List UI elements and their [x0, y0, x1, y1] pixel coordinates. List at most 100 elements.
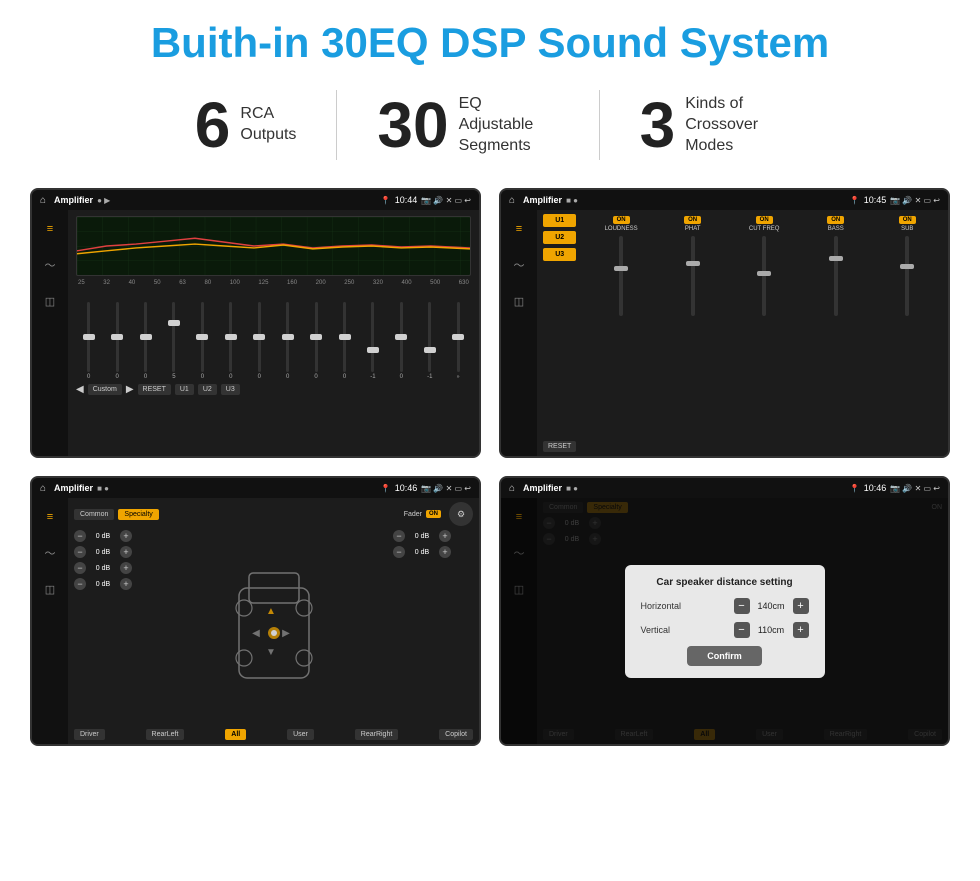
vertical-plus-btn[interactable]: +: [793, 622, 809, 638]
slider-thumb-13[interactable]: [452, 334, 464, 340]
slider-track-2[interactable]: [144, 302, 147, 372]
slider-track-0[interactable]: [87, 302, 90, 372]
slider-track-7[interactable]: [286, 302, 289, 372]
db-plus-2[interactable]: +: [120, 562, 132, 574]
copilot-btn[interactable]: Copilot: [439, 729, 473, 740]
preset-u2-btn[interactable]: U2: [543, 231, 576, 244]
slider-thumb-8[interactable]: [310, 334, 322, 340]
slider-track-12[interactable]: [428, 302, 431, 372]
preset-u1-btn[interactable]: U1: [543, 214, 576, 227]
phat-on-badge[interactable]: ON: [684, 216, 701, 224]
bass-thumb[interactable]: [829, 256, 843, 261]
slider-track-9[interactable]: [343, 302, 346, 372]
eq-u2-btn[interactable]: U2: [198, 384, 217, 395]
db-plus-0[interactable]: +: [120, 530, 132, 542]
horizontal-plus-btn[interactable]: +: [793, 598, 809, 614]
slider-thumb-10[interactable]: [367, 347, 379, 353]
sidebar-vol-icon-2[interactable]: ◫: [508, 290, 530, 312]
loudness-thumb[interactable]: [614, 266, 628, 271]
home-icon-1[interactable]: ⌂: [40, 195, 46, 206]
slider-thumb-3[interactable]: [168, 320, 180, 326]
amp-channels: ON LOUDNESS ON PHAT: [586, 214, 942, 452]
loudness-slider[interactable]: [619, 236, 623, 316]
rearleft-btn[interactable]: RearLeft: [146, 729, 185, 740]
sub-on-badge[interactable]: ON: [899, 216, 916, 224]
cutfreq-slider[interactable]: [762, 236, 766, 316]
sidebar-vol-icon[interactable]: ◫: [39, 290, 61, 312]
slider-track-8[interactable]: [315, 302, 318, 372]
bass-on-badge[interactable]: ON: [827, 216, 844, 224]
sidebar-eq-icon-2[interactable]: ≡: [508, 218, 530, 240]
eq-reset-btn[interactable]: RESET: [138, 384, 171, 395]
slider-track-5[interactable]: [229, 302, 232, 372]
fader-on-badge[interactable]: ON: [426, 510, 441, 518]
vertical-minus-btn[interactable]: −: [734, 622, 750, 638]
cutfreq-thumb[interactable]: [757, 271, 771, 276]
sidebar-vol-icon-3[interactable]: ◫: [39, 578, 61, 600]
right-db-plus-0[interactable]: +: [439, 530, 451, 542]
horizontal-minus-btn[interactable]: −: [734, 598, 750, 614]
confirm-button[interactable]: Confirm: [687, 646, 762, 666]
right-db-plus-1[interactable]: +: [439, 546, 451, 558]
db-minus-2[interactable]: −: [74, 562, 86, 574]
slider-thumb-1[interactable]: [111, 334, 123, 340]
settings-icon[interactable]: ⚙: [449, 502, 473, 526]
slider-thumb-2[interactable]: [140, 334, 152, 340]
db-minus-3[interactable]: −: [74, 578, 86, 590]
loudness-on-badge[interactable]: ON: [613, 216, 630, 224]
slider-thumb-6[interactable]: [253, 334, 265, 340]
slider-thumb-0[interactable]: [83, 334, 95, 340]
slider-track-1[interactable]: [116, 302, 119, 372]
sidebar-wave-icon-3[interactable]: 〜: [39, 542, 61, 564]
home-icon-3[interactable]: ⌂: [40, 483, 46, 494]
sub-thumb[interactable]: [900, 264, 914, 269]
sidebar-wave-icon[interactable]: 〜: [39, 254, 61, 276]
home-icon-4[interactable]: ⌂: [509, 483, 515, 494]
cross-mid: − 0 dB + − 0 dB + − 0 dB: [74, 530, 473, 725]
driver-btn[interactable]: Driver: [74, 729, 105, 740]
slider-thumb-12[interactable]: [424, 347, 436, 353]
phat-slider[interactable]: [691, 236, 695, 316]
right-db-row-0: − 0 dB +: [393, 530, 473, 542]
slider-track-4[interactable]: [201, 302, 204, 372]
amp-reset-btn[interactable]: RESET: [543, 441, 576, 452]
slider-thumb-9[interactable]: [339, 334, 351, 340]
db-val-3: 0 dB: [88, 581, 118, 588]
db-plus-1[interactable]: +: [120, 546, 132, 558]
db-plus-3[interactable]: +: [120, 578, 132, 590]
all-btn[interactable]: All: [225, 729, 246, 740]
slider-thumb-7[interactable]: [282, 334, 294, 340]
eq-next-btn[interactable]: ▶: [126, 384, 134, 395]
slider-track-10[interactable]: [371, 302, 374, 372]
right-db-minus-1[interactable]: −: [393, 546, 405, 558]
sub-slider[interactable]: [905, 236, 909, 316]
eq-curve-svg: [77, 217, 470, 275]
eq-prev-btn[interactable]: ◀: [76, 384, 84, 395]
cutfreq-on-badge[interactable]: ON: [756, 216, 773, 224]
right-db-minus-0[interactable]: −: [393, 530, 405, 542]
slider-thumb-5[interactable]: [225, 334, 237, 340]
tab-common[interactable]: Common: [74, 509, 114, 520]
eq-u3-btn[interactable]: U3: [221, 384, 240, 395]
bass-slider[interactable]: [834, 236, 838, 316]
sidebar-wave-icon-2[interactable]: 〜: [508, 254, 530, 276]
sidebar-eq-icon[interactable]: ≡: [39, 218, 61, 240]
db-minus-0[interactable]: −: [74, 530, 86, 542]
slider-track-6[interactable]: [258, 302, 261, 372]
rearright-btn[interactable]: RearRight: [355, 729, 399, 740]
slider-thumb-11[interactable]: [395, 334, 407, 340]
slider-track-11[interactable]: [400, 302, 403, 372]
home-icon-2[interactable]: ⌂: [509, 195, 515, 206]
slider-track-3[interactable]: [172, 302, 175, 372]
sidebar-eq-icon-3[interactable]: ≡: [39, 506, 61, 528]
sidebar-icons-2: ≡ 〜 ◫: [501, 210, 537, 456]
preset-u3-btn[interactable]: U3: [543, 248, 576, 261]
phat-thumb[interactable]: [686, 261, 700, 266]
user-btn[interactable]: User: [287, 729, 314, 740]
slider-track-13[interactable]: [457, 302, 460, 372]
db-minus-1[interactable]: −: [74, 546, 86, 558]
eq-u1-btn[interactable]: U1: [175, 384, 194, 395]
slider-thumb-4[interactable]: [196, 334, 208, 340]
tab-specialty[interactable]: Specialty: [118, 509, 158, 520]
eq-graph: [76, 216, 471, 276]
